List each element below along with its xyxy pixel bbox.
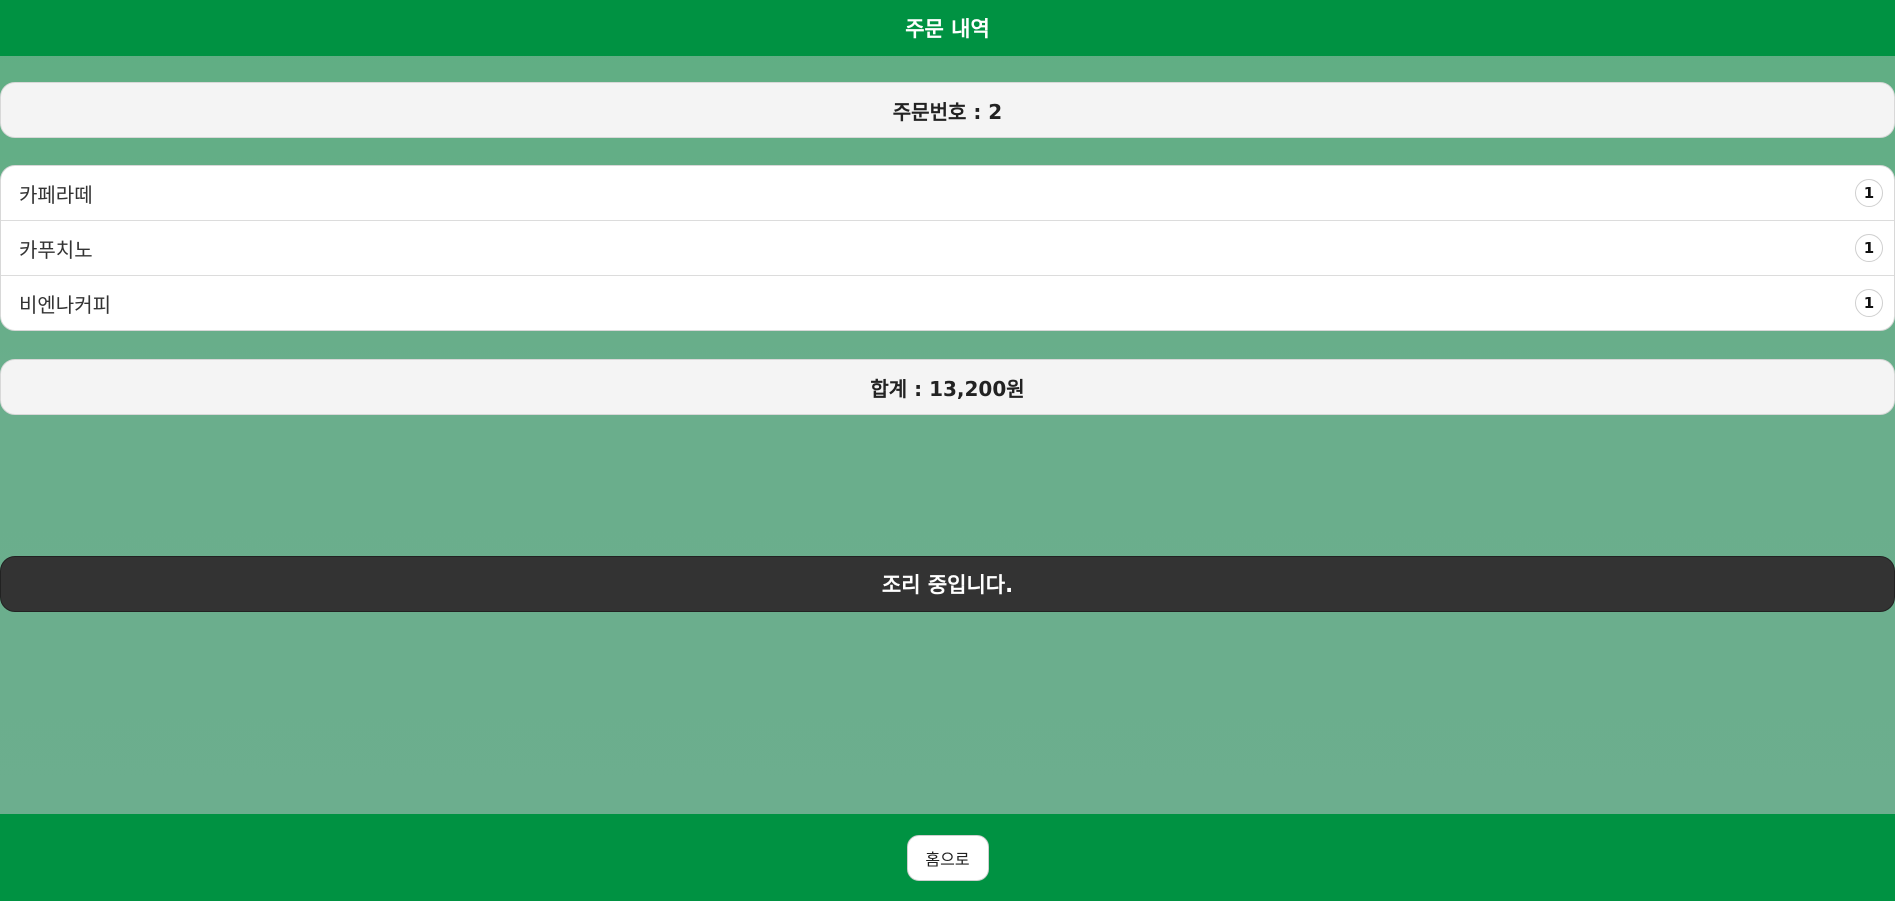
item-name: 카페라떼 <box>19 182 93 207</box>
item-name: 비엔나커피 <box>19 292 111 317</box>
quantity-badge: 1 <box>1855 234 1883 262</box>
order-number: 주문번호 : 2 <box>892 99 1003 124</box>
list-item: 비엔나커피 1 <box>1 276 1894 330</box>
total-amount: 합계 : 13,200원 <box>870 376 1025 401</box>
page-title: 주문 내역 <box>905 17 990 41</box>
order-number-bar: 주문번호 : 2 <box>0 82 1895 138</box>
list-item: 카푸치노 1 <box>1 221 1894 276</box>
status-message: 조리 중입니다. <box>881 573 1014 597</box>
quantity-badge: 1 <box>1855 289 1883 317</box>
status-banner: 조리 중입니다. <box>0 556 1895 612</box>
order-items-list: 카페라떼 1 카푸치노 1 비엔나커피 1 <box>0 165 1895 331</box>
list-item: 카페라떼 1 <box>1 166 1894 221</box>
total-bar: 합계 : 13,200원 <box>0 359 1895 415</box>
item-name: 카푸치노 <box>19 237 93 262</box>
page-header: 주문 내역 <box>0 0 1895 56</box>
home-button[interactable]: 홈으로 <box>906 834 989 881</box>
quantity-badge: 1 <box>1855 179 1883 207</box>
page-footer: 홈으로 <box>0 814 1895 901</box>
